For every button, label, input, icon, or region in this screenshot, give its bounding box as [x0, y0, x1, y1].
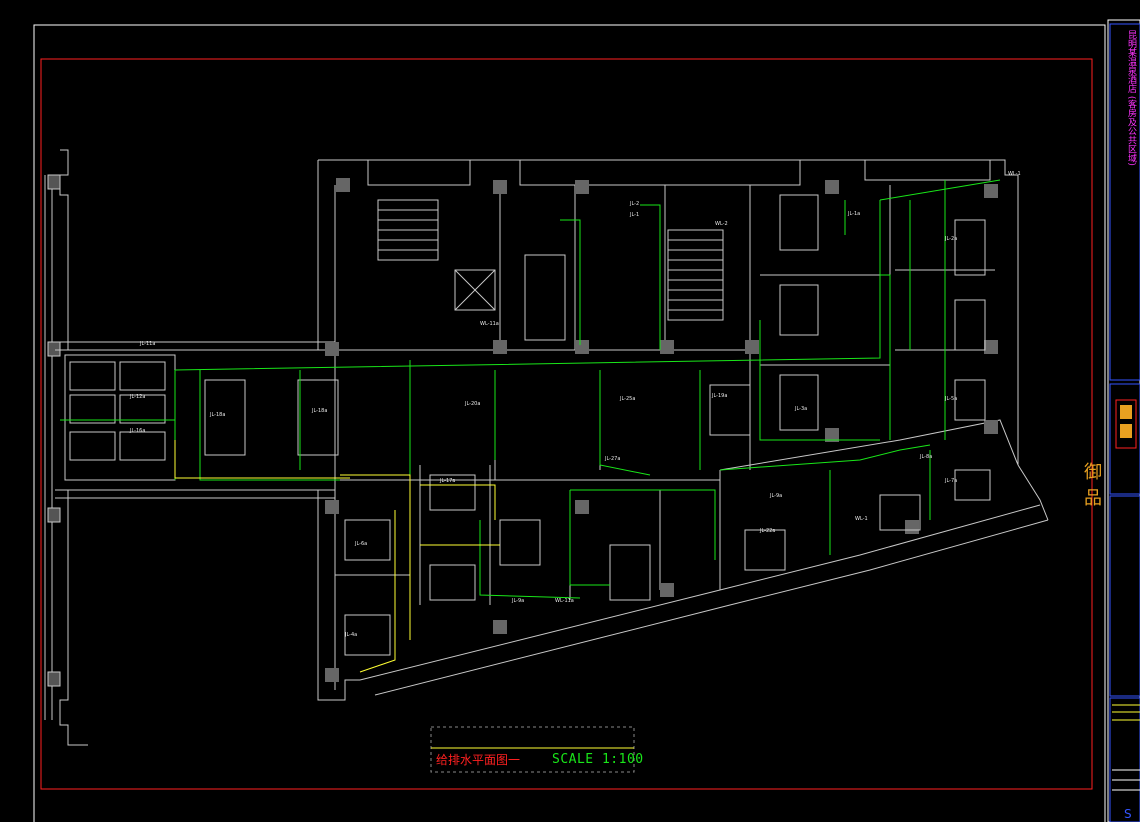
- svg-text:S: S: [1124, 807, 1132, 821]
- water-supply-pipes: [60, 179, 1001, 599]
- pipe-label: WL-11a: [555, 598, 574, 604]
- pipe-label: JL-16a: [129, 428, 145, 434]
- pipe-label: JL-7a: [944, 478, 957, 484]
- pipe-label: WL-2: [715, 221, 728, 227]
- cad-drawing-canvas[interactable]: S JL-11a WL-11a JL-2 JL-1 WL-2 JL-1a JL-…: [0, 0, 1140, 822]
- outer-frame: [33, 24, 1106, 822]
- pipe-label: JL-22a: [759, 528, 775, 534]
- project-title-vertical: 昆明某温泉酒店 (客房及公共区域): [1126, 30, 1136, 166]
- pipe-label: JL-8a: [919, 454, 932, 460]
- pipe-label: JL-27a: [604, 456, 620, 462]
- pipe-label: JL-11a: [139, 341, 155, 347]
- pipe-label: JL-19a: [711, 393, 727, 399]
- pipe-label: JL-1a: [847, 211, 860, 217]
- drawing-scale: SCALE 1:100: [552, 752, 644, 767]
- pipe-label: WL-1: [855, 516, 868, 522]
- pipe-label: JL-25a: [619, 396, 635, 402]
- pipe-label: JL-18a: [311, 408, 327, 414]
- pipe-label: JL-18a: [209, 412, 225, 418]
- pipe-label: JL-9a: [511, 598, 524, 604]
- inner-red-frame: [40, 58, 1093, 790]
- pipe-label: JL-17a: [439, 478, 455, 484]
- pipe-label: JL-6a: [354, 541, 367, 547]
- pipe-label: JL-2: [629, 201, 639, 207]
- pipe-label: JL-5a: [944, 396, 957, 402]
- structural-columns: [325, 178, 998, 682]
- pipe-label: JL-2a: [944, 236, 957, 242]
- pipe-label: JL-4a: [344, 632, 357, 638]
- pipe-label: JL-20a: [464, 401, 480, 407]
- drawing-title: 给排水平面图一: [436, 753, 521, 767]
- pipe-label: JL-3a: [794, 406, 807, 412]
- building-walls: [44, 149, 1049, 746]
- pipe-label: JL-1: [629, 212, 639, 218]
- pipe-label: WL-11a: [480, 321, 499, 327]
- pipe-label: WL-1: [1008, 171, 1021, 177]
- company-logo-text: 御品: [1084, 462, 1122, 509]
- pipe-label: JL-12a: [129, 394, 145, 400]
- room-fixtures: [64, 194, 991, 656]
- pipe-label: JL-9a: [769, 493, 782, 499]
